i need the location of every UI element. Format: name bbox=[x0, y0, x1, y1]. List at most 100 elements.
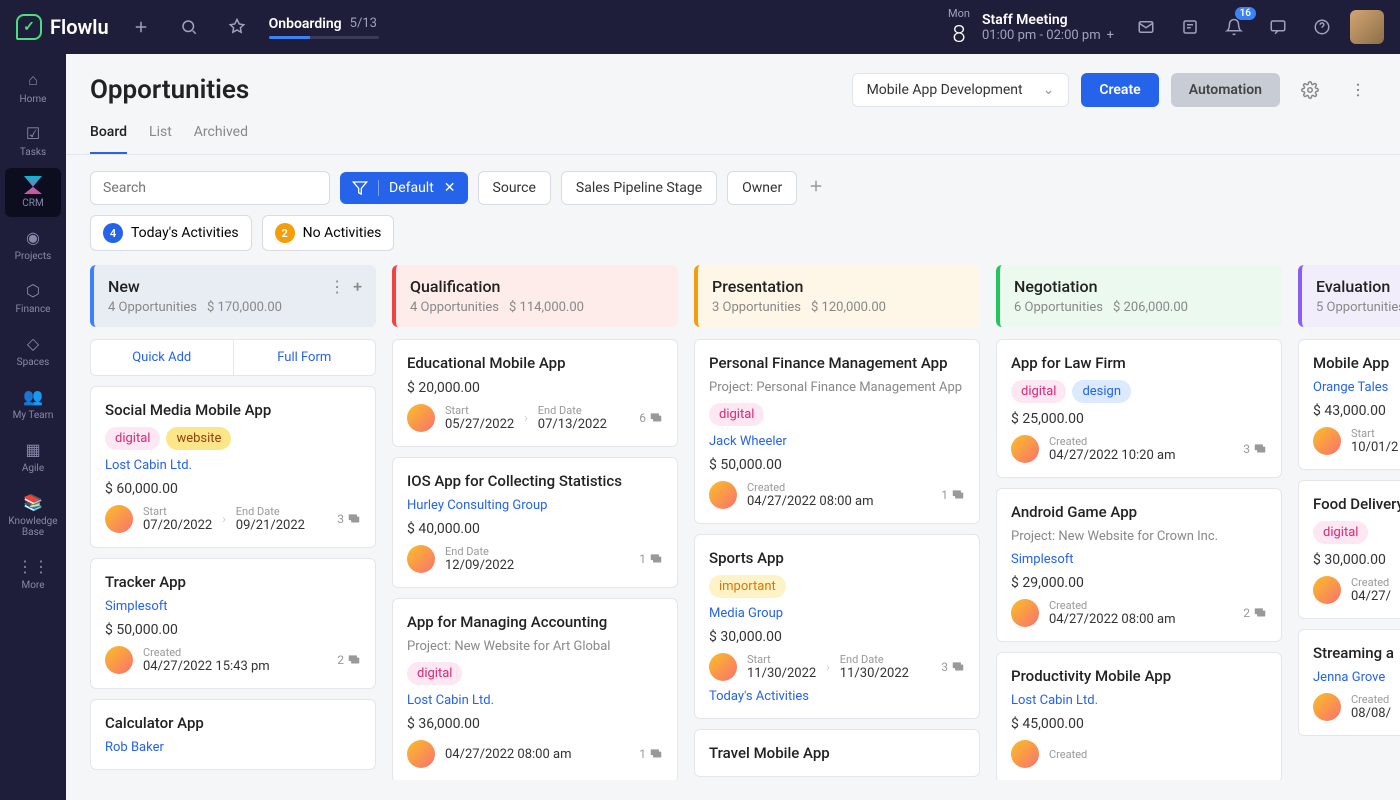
card-link[interactable]: Orange Tales bbox=[1313, 380, 1400, 395]
assignee-avatar[interactable] bbox=[1011, 740, 1039, 768]
column-header[interactable]: Negotiation 6 Opportunities$ 206,000.00 bbox=[996, 265, 1282, 327]
opportunity-card[interactable]: Productivity Mobile AppLost Cabin Ltd.$ … bbox=[996, 652, 1282, 780]
column-more-icon[interactable]: ⋮ bbox=[329, 277, 345, 296]
opportunity-card[interactable]: Food Deliverydigital$ 30,000.00Created04… bbox=[1298, 480, 1400, 619]
opportunity-card[interactable]: Travel Mobile App bbox=[694, 729, 980, 777]
sidebar-item-my-team[interactable]: 👥My Team bbox=[5, 378, 61, 429]
onboarding-widget[interactable]: Onboarding 5/13 bbox=[269, 16, 379, 39]
filter-chip-source[interactable]: Source bbox=[478, 171, 551, 205]
comments-count[interactable]: 3 bbox=[337, 512, 361, 526]
assignee-avatar[interactable] bbox=[407, 740, 435, 768]
sidebar-item-spaces[interactable]: ◇Spaces bbox=[5, 325, 61, 376]
comments-count[interactable]: 1 bbox=[639, 552, 663, 566]
opportunity-card[interactable]: Educational Mobile App$ 20,000.00Start05… bbox=[392, 339, 678, 447]
card-link[interactable]: Media Group bbox=[709, 606, 965, 621]
column-header[interactable]: Presentation 3 Opportunities$ 120,000.00 bbox=[694, 265, 980, 327]
opportunity-card[interactable]: Social Media Mobile AppdigitalwebsiteLos… bbox=[90, 386, 376, 548]
tag[interactable]: design bbox=[1072, 380, 1131, 403]
filter-chip-stage[interactable]: Sales Pipeline Stage bbox=[561, 171, 717, 205]
assignee-avatar[interactable] bbox=[709, 481, 737, 509]
comments-count[interactable]: 6 bbox=[639, 411, 663, 425]
opportunity-card[interactable]: Personal Finance Management AppProject: … bbox=[694, 339, 980, 524]
tag[interactable]: digital bbox=[709, 403, 764, 426]
tab-list[interactable]: List bbox=[149, 124, 172, 154]
tag[interactable]: website bbox=[166, 427, 231, 450]
assignee-avatar[interactable] bbox=[407, 404, 435, 432]
tab-board[interactable]: Board bbox=[90, 124, 127, 154]
settings-icon[interactable] bbox=[1292, 72, 1328, 108]
card-link[interactable]: Lost Cabin Ltd. bbox=[105, 458, 361, 473]
opportunity-card[interactable]: Mobile AppOrange Tales$ 43,000.00Start10… bbox=[1298, 339, 1400, 470]
opportunity-card[interactable]: Android Game AppProject: New Website for… bbox=[996, 488, 1282, 642]
assignee-avatar[interactable] bbox=[1313, 427, 1341, 455]
sidebar-item-more[interactable]: ⋮⋮More bbox=[5, 548, 61, 599]
card-link[interactable]: Simplesoft bbox=[1011, 552, 1267, 567]
sidebar-item-projects[interactable]: ◉Projects bbox=[5, 219, 61, 270]
automation-button[interactable]: Automation bbox=[1171, 73, 1280, 107]
user-avatar[interactable] bbox=[1350, 10, 1384, 44]
assignee-avatar[interactable] bbox=[1011, 435, 1039, 463]
tag[interactable]: digital bbox=[1011, 380, 1066, 403]
sidebar-item-agile[interactable]: ▦Agile bbox=[5, 431, 61, 482]
logo[interactable]: ✓ Flowlu bbox=[16, 14, 109, 40]
sidebar-item-tasks[interactable]: ☑Tasks bbox=[5, 115, 61, 166]
quick-add-button[interactable]: Quick Add bbox=[91, 340, 234, 375]
close-filter-icon[interactable]: ✕ bbox=[444, 180, 456, 196]
full-form-button[interactable]: Full Form bbox=[234, 340, 376, 375]
no-activities-chip[interactable]: 2 No Activities bbox=[262, 215, 395, 251]
card-link[interactable]: Hurley Consulting Group bbox=[407, 498, 663, 513]
opportunity-card[interactable]: Sports AppimportantMedia Group$ 30,000.0… bbox=[694, 534, 980, 719]
opportunity-card[interactable]: App for Law Firmdigitaldesign$ 25,000.00… bbox=[996, 339, 1282, 478]
tab-archived[interactable]: Archived bbox=[194, 124, 248, 154]
filter-default[interactable]: Default ✕ bbox=[340, 172, 468, 204]
add-meeting-icon[interactable]: + bbox=[1107, 28, 1114, 43]
tag[interactable]: digital bbox=[105, 427, 160, 450]
assignee-avatar[interactable] bbox=[105, 505, 133, 533]
sidebar-item-home[interactable]: ⌂Home bbox=[5, 62, 61, 113]
todays-activities-link[interactable]: Today's Activities bbox=[709, 689, 965, 704]
assignee-avatar[interactable] bbox=[407, 545, 435, 573]
help-icon[interactable] bbox=[1306, 11, 1338, 43]
card-link[interactable]: Simplesoft bbox=[105, 599, 361, 614]
column-header[interactable]: Qualification 4 Opportunities$ 114,000.0… bbox=[392, 265, 678, 327]
opportunity-card[interactable]: Streaming aJenna GroveCreated08/08/ bbox=[1298, 629, 1400, 736]
comments-count[interactable]: 2 bbox=[337, 653, 361, 667]
card-link[interactable]: Rob Baker bbox=[105, 740, 361, 755]
chat-icon[interactable] bbox=[1262, 11, 1294, 43]
column-add-icon[interactable]: + bbox=[353, 277, 362, 296]
card-link[interactable]: Lost Cabin Ltd. bbox=[1011, 693, 1267, 708]
column-header[interactable]: Evaluation 5 Opportunities bbox=[1298, 265, 1400, 327]
card-link[interactable]: Lost Cabin Ltd. bbox=[407, 693, 663, 708]
mail-icon[interactable] bbox=[1130, 11, 1162, 43]
search-input[interactable] bbox=[90, 171, 330, 205]
assignee-avatar[interactable] bbox=[709, 653, 737, 681]
comments-count[interactable]: 3 bbox=[941, 660, 965, 674]
add-filter-icon[interactable] bbox=[807, 177, 825, 199]
opportunity-card[interactable]: IOS App for Collecting StatisticsHurley … bbox=[392, 457, 678, 588]
sidebar-item-knowledge-base[interactable]: 📚Knowledge Base bbox=[5, 484, 61, 546]
search-icon[interactable] bbox=[173, 11, 205, 43]
plus-icon[interactable] bbox=[125, 11, 157, 43]
sidebar-item-finance[interactable]: ⬡Finance bbox=[5, 272, 61, 323]
tag[interactable]: digital bbox=[407, 662, 462, 685]
comments-count[interactable]: 1 bbox=[639, 747, 663, 761]
pipeline-select[interactable]: Mobile App Development ⌄ bbox=[852, 73, 1070, 107]
tag[interactable]: digital bbox=[1313, 521, 1368, 544]
opportunity-card[interactable]: Tracker AppSimplesoft$ 50,000.00Created0… bbox=[90, 558, 376, 689]
calendar-widget[interactable]: Mon 8 Staff Meeting 01:00 pm - 02:00 pm … bbox=[948, 7, 1114, 48]
sidebar-item-crm[interactable]: CRM bbox=[5, 168, 61, 217]
assignee-avatar[interactable] bbox=[105, 646, 133, 674]
assignee-avatar[interactable] bbox=[1313, 693, 1341, 721]
card-link[interactable]: Jenna Grove bbox=[1313, 670, 1400, 685]
assignee-avatar[interactable] bbox=[1011, 599, 1039, 627]
column-header[interactable]: New⋮+ 4 Opportunities$ 170,000.00 bbox=[90, 265, 376, 327]
comments-count[interactable]: 1 bbox=[941, 488, 965, 502]
card-link[interactable]: Jack Wheeler bbox=[709, 434, 965, 449]
more-icon[interactable] bbox=[1340, 72, 1376, 108]
assignee-avatar[interactable] bbox=[1313, 576, 1341, 604]
create-button[interactable]: Create bbox=[1081, 73, 1158, 107]
pin-icon[interactable] bbox=[221, 11, 253, 43]
filter-chip-owner[interactable]: Owner bbox=[727, 171, 797, 205]
note-icon[interactable] bbox=[1174, 11, 1206, 43]
opportunity-card[interactable]: Calculator AppRob Baker bbox=[90, 699, 376, 770]
